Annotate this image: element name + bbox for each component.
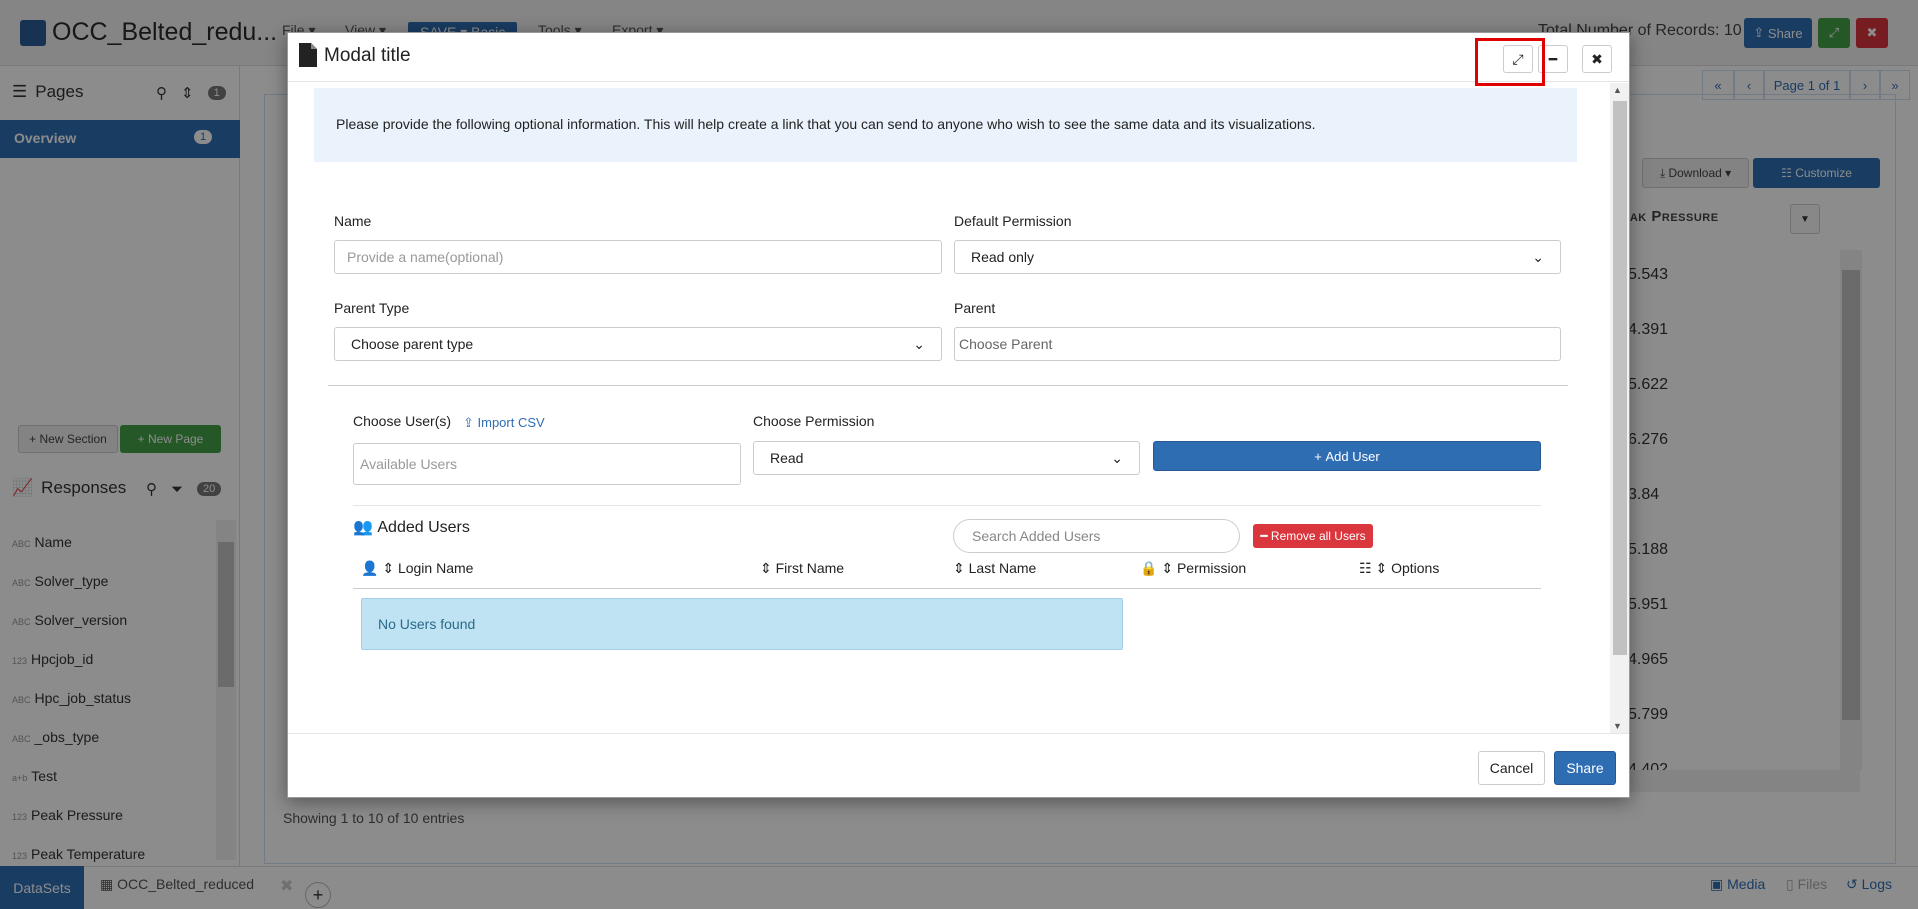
sort-icon: ⇕ xyxy=(760,560,772,576)
modal-scrollbar-thumb[interactable] xyxy=(1613,101,1627,655)
parent-type-value: Choose parent type xyxy=(351,336,474,352)
added-users-label: Added Users xyxy=(377,519,470,536)
table-header-divider xyxy=(353,588,1541,589)
parent-label: Parent xyxy=(954,300,996,316)
column-first-name[interactable]: ⇕ First Name xyxy=(760,560,844,577)
upload-icon: ⇪ xyxy=(463,415,478,430)
section-divider xyxy=(328,385,1568,386)
default-permission-select[interactable]: Read only ⌄ xyxy=(954,240,1561,274)
choose-permission-label: Choose Permission xyxy=(753,413,875,429)
users-divider xyxy=(353,505,1541,506)
choose-users-label: Choose User(s) xyxy=(353,413,452,429)
remove-all-users-button[interactable]: ━ Remove all Users xyxy=(1253,524,1373,548)
choose-permission-value: Read xyxy=(770,450,804,466)
scroll-up-icon[interactable]: ▲ xyxy=(1613,85,1622,95)
chevron-down-icon: ⌄ xyxy=(913,335,925,352)
no-users-message: No Users found xyxy=(361,598,1123,650)
column-options[interactable]: ☷ ⇕ Options xyxy=(1359,560,1439,577)
close-modal-button[interactable]: ✖ xyxy=(1582,45,1612,73)
share-button[interactable]: Share xyxy=(1554,751,1616,785)
available-users-input[interactable]: Available Users xyxy=(353,443,741,485)
search-added-users-input[interactable]: Search Added Users xyxy=(953,519,1240,553)
scroll-down-icon[interactable]: ▼ xyxy=(1613,721,1622,731)
close-icon: ✖ xyxy=(1591,50,1603,67)
modal-footer xyxy=(288,733,1629,797)
default-permission-label: Default Permission xyxy=(954,213,1072,229)
name-input[interactable]: Provide a name(optional) xyxy=(334,240,942,274)
modal-header xyxy=(288,33,1629,82)
sliders-icon: ☷ xyxy=(1359,560,1372,576)
cancel-button[interactable]: Cancel xyxy=(1478,751,1545,785)
column-label: Permission xyxy=(1176,560,1247,576)
choose-permission-select[interactable]: Read ⌄ xyxy=(753,441,1140,475)
parent-type-label: Parent Type xyxy=(334,300,410,316)
added-users-title: 👥 Added Users xyxy=(353,517,470,537)
sort-icon: ⇕ xyxy=(1375,560,1388,576)
import-csv-label: Import CSV xyxy=(477,415,545,430)
lock-icon: 🔒 xyxy=(1140,560,1158,576)
sort-icon: ⇕ xyxy=(953,560,965,576)
plus-icon: + xyxy=(1314,448,1326,464)
import-csv-link[interactable]: ⇪ Import CSV xyxy=(463,415,545,431)
sort-icon: ⇕ xyxy=(1161,560,1174,576)
column-label: Last Name xyxy=(968,560,1037,576)
default-permission-value: Read only xyxy=(971,249,1035,265)
info-alert: Please provide the following optional in… xyxy=(314,88,1577,162)
user-icon: 👤 xyxy=(361,560,379,576)
sort-icon: ⇕ xyxy=(382,560,395,576)
minus-icon: ━ xyxy=(1548,50,1558,67)
add-user-label: Add User xyxy=(1325,448,1380,464)
modal-title: Modal title xyxy=(324,45,411,66)
parent-input[interactable]: Choose Parent xyxy=(954,327,1561,361)
remove-all-label: Remove all Users xyxy=(1270,529,1366,543)
column-permission[interactable]: 🔒 ⇕ Permission xyxy=(1140,560,1246,577)
add-user-button[interactable]: + Add User xyxy=(1153,441,1541,471)
chevron-down-icon: ⌄ xyxy=(1532,248,1544,265)
name-label: Name xyxy=(334,213,372,229)
column-label: First Name xyxy=(775,560,845,576)
document-icon xyxy=(299,43,317,67)
highlight-box xyxy=(1475,38,1545,86)
minus-icon: ━ xyxy=(1260,529,1271,543)
share-modal: Modal title ⤢ ━ ✖ Please provide the fol… xyxy=(287,32,1630,798)
column-label: Login Name xyxy=(397,560,474,576)
users-icon: 👥 xyxy=(353,519,378,536)
column-label: Options xyxy=(1391,560,1440,576)
column-last-name[interactable]: ⇕ Last Name xyxy=(953,560,1036,577)
chevron-down-icon: ⌄ xyxy=(1111,449,1123,466)
column-login-name[interactable]: 👤 ⇕ Login Name xyxy=(361,560,473,577)
parent-type-select[interactable]: Choose parent type ⌄ xyxy=(334,327,942,361)
